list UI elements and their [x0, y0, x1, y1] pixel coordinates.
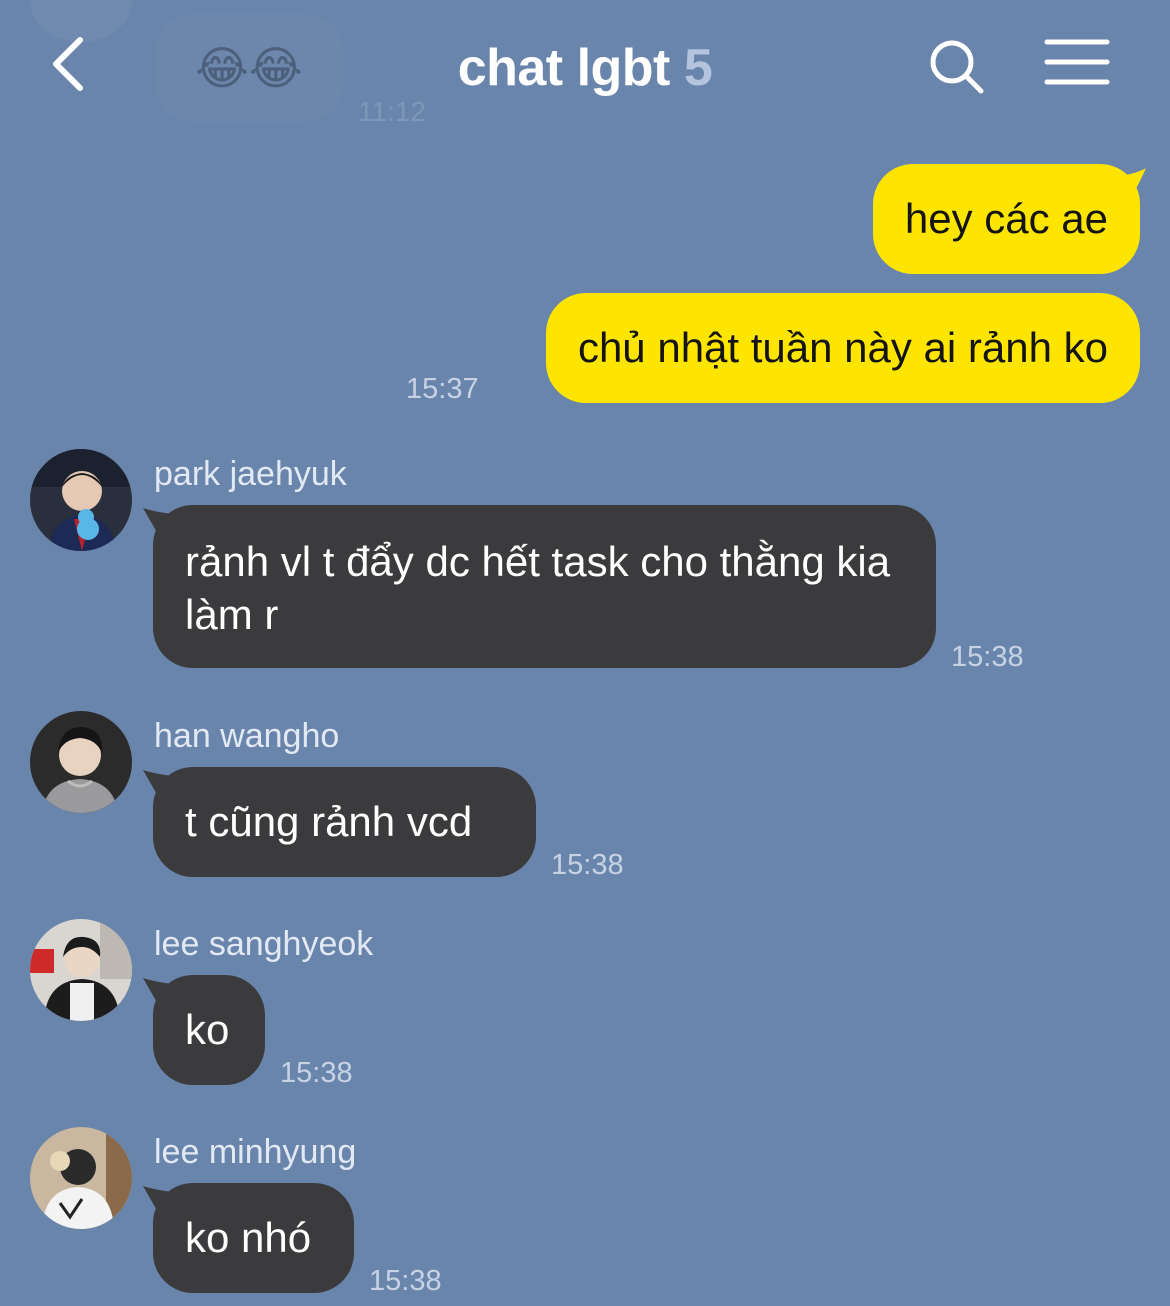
sender-name: han wangho — [154, 717, 340, 755]
profile-photo — [30, 1127, 132, 1229]
profile-photo — [30, 919, 132, 1021]
message-bubble[interactable]: t cũng rảnh vcd — [153, 767, 536, 877]
message-time: 15:38 — [369, 1265, 442, 1297]
profile-photo — [30, 711, 132, 813]
sender-name: park jaehyuk — [154, 455, 347, 493]
chat-header: chat lgbt 5 — [0, 0, 1170, 135]
avatar[interactable] — [30, 1127, 132, 1229]
my-message-time: 15:37 — [406, 373, 479, 405]
menu-icon — [1044, 39, 1110, 85]
message-bubble[interactable]: ko nhó — [153, 1183, 354, 1293]
member-count: 5 — [683, 39, 713, 97]
message-bubble[interactable]: rảnh vl t đẩy dc hết task cho thằng kia … — [153, 505, 936, 668]
message-time: 15:38 — [280, 1057, 353, 1089]
search-icon — [930, 40, 984, 94]
avatar[interactable] — [30, 449, 132, 551]
sender-name: lee sanghyeok — [154, 925, 374, 963]
profile-photo — [30, 449, 132, 551]
my-message-bubble[interactable]: hey các ae — [872, 164, 1140, 274]
message-bubble[interactable]: ko — [153, 975, 265, 1085]
my-message-bubble[interactable]: chủ nhật tuần này ai rảnh ko — [545, 293, 1140, 403]
message-time: 15:38 — [551, 849, 624, 881]
menu-button[interactable] — [1044, 36, 1110, 88]
search-button[interactable] — [926, 36, 986, 96]
chat-title: chat lgbt 5 — [0, 38, 1170, 98]
avatar[interactable] — [30, 711, 132, 813]
sender-name: lee minhyung — [154, 1133, 357, 1171]
chat-title-text: chat lgbt — [457, 39, 671, 97]
avatar[interactable] — [30, 919, 132, 1021]
message-time: 15:38 — [951, 641, 1024, 673]
